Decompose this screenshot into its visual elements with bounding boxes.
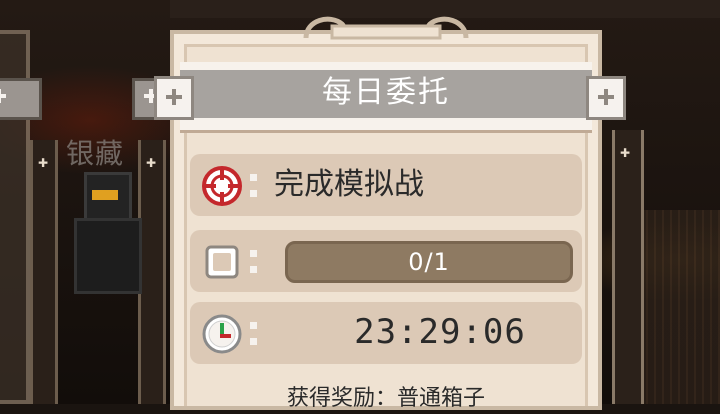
plus-icon — [166, 89, 182, 105]
pillar-mark-icon: ✚ — [38, 156, 49, 170]
colon-separator — [250, 170, 258, 200]
reward-text: 获得奖励：普通箱子 — [286, 386, 485, 411]
progress-bar: 0/1 — [285, 241, 573, 283]
plus-icon — [0, 89, 6, 103]
timer-row: 23:29:06 — [190, 302, 582, 364]
neighbor-pillar-left: ✚ — [30, 140, 58, 404]
colon-separator — [250, 318, 258, 348]
task-text: 完成模拟战 — [274, 167, 424, 202]
title-band: 每日委托 — [180, 62, 592, 133]
neighbor-card-label: 银藏 — [66, 137, 125, 170]
neighbor-pillar-right: ✚ — [612, 130, 644, 404]
pillar-mark-icon: ✚ — [146, 156, 157, 170]
card-crest-ornament — [303, 16, 469, 40]
progress-row: 0/1 — [190, 230, 582, 292]
left-title-plate — [154, 76, 194, 120]
right-title-plate — [586, 76, 626, 120]
plus-icon — [598, 89, 614, 105]
pillar-mark-icon: ✚ — [620, 146, 631, 160]
clock-icon — [202, 314, 242, 354]
neighbor-plate-left — [0, 78, 42, 120]
countdown-timer: 23:29:06 — [354, 312, 526, 352]
checkbox-icon — [205, 245, 239, 279]
neighbor-pillar-mid: ✚ — [138, 140, 166, 404]
knight-character-sprite — [72, 172, 142, 362]
task-row: 完成模拟战 — [190, 154, 582, 216]
progress-text: 0/1 — [408, 248, 450, 276]
colon-separator — [250, 246, 258, 276]
card-title: 每日委托 — [322, 75, 450, 110]
background-shelf — [640, 210, 720, 404]
target-icon — [202, 166, 242, 206]
